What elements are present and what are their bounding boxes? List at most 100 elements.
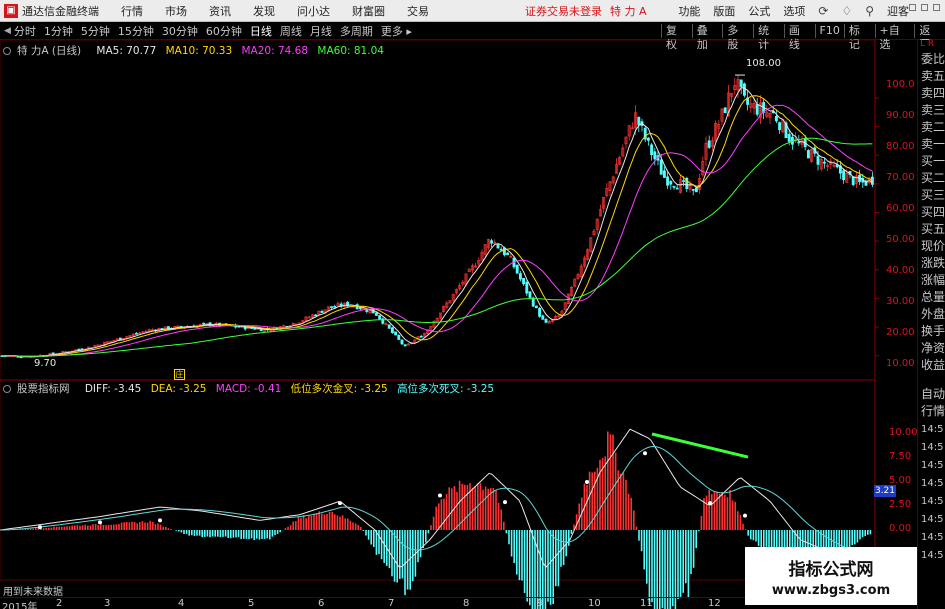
minimize-icon[interactable] — [909, 4, 916, 11]
divergence-line — [651, 432, 749, 459]
menu-options[interactable]: 选项 — [783, 3, 805, 19]
side-item[interactable]: 买三 — [921, 186, 945, 203]
macd-tick: 10.00 — [889, 427, 918, 438]
current-stock-name: 特 力 A — [610, 4, 647, 18]
candle-body — [851, 176, 855, 186]
add-favorite-button[interactable]: +自选 — [874, 24, 915, 51]
candle-body — [646, 137, 650, 141]
side-item[interactable]: 买四 — [921, 203, 945, 220]
refresh-icon[interactable]: ⟳ — [818, 4, 828, 18]
menu-market[interactable]: 市场 — [165, 3, 187, 19]
tab-multi-period[interactable]: 多周期 — [340, 23, 373, 39]
ma10-line — [2, 95, 873, 357]
candle-body — [506, 252, 510, 256]
candle-body — [525, 281, 529, 294]
menu-ask-xiaoda[interactable]: 问小达 — [297, 3, 330, 19]
tab-5min[interactable]: 5分钟 — [81, 23, 110, 39]
candle-body — [77, 348, 81, 351]
close-icon[interactable] — [933, 4, 940, 11]
date-tick: 11 — [640, 598, 653, 609]
side-item[interactable]: 卖一 — [921, 135, 945, 152]
menu-functions[interactable]: 功能 — [678, 3, 700, 19]
guest-user[interactable]: 迎客 — [887, 3, 909, 19]
indicator-name[interactable]: 股票指标网 — [3, 383, 76, 395]
side-item[interactable]: 卖五 — [921, 67, 945, 84]
tab-timeshare[interactable]: 分时 — [14, 23, 36, 39]
side-item[interactable]: 涨幅 — [921, 271, 945, 288]
tab-30min[interactable]: 30分钟 — [162, 23, 198, 39]
side-item[interactable]: 买二 — [921, 169, 945, 186]
side-item[interactable]: 净资 — [921, 339, 945, 356]
side-item[interactable]: 自动 — [921, 385, 945, 402]
app-title: 通达信金融终端 — [22, 4, 99, 18]
menu-news[interactable]: 资讯 — [209, 3, 231, 19]
search-icon[interactable]: ⚲ — [865, 4, 874, 18]
menu-discover[interactable]: 发现 — [253, 3, 275, 19]
candle-body — [666, 176, 670, 186]
stock-chart[interactable] — [0, 40, 917, 609]
price-tick: 40.00 — [886, 265, 915, 276]
macd-tick: 0.00 — [889, 523, 912, 534]
multi-stock-button[interactable]: 多股 — [722, 24, 753, 51]
mark-button[interactable]: 标记 — [843, 24, 875, 51]
back-button[interactable]: 返回 — [914, 24, 945, 51]
candle-body — [403, 344, 407, 347]
date-tick: 10 — [588, 598, 601, 609]
candle-body — [51, 352, 55, 355]
tab-1min[interactable]: 1分钟 — [44, 23, 73, 39]
cross-dot — [38, 525, 42, 530]
signal-marker[interactable]: 庄 — [174, 369, 185, 380]
shirt-icon[interactable]: ♢ — [841, 4, 852, 18]
candle-body — [739, 79, 743, 87]
side-item[interactable]: 换手 — [921, 322, 945, 339]
menu-trade[interactable]: 交易 — [407, 3, 429, 19]
moving-average-lines — [2, 74, 873, 358]
candle-body — [394, 331, 398, 336]
candle-body — [637, 116, 641, 126]
side-item[interactable]: 委比 — [921, 50, 945, 67]
candle-body — [320, 310, 324, 313]
side-item[interactable]: 买一 — [921, 152, 945, 169]
tab-60min[interactable]: 60分钟 — [206, 23, 242, 39]
side-item[interactable]: 卖四 — [921, 84, 945, 101]
side-item[interactable]: 买五 — [921, 220, 945, 237]
menu-layout[interactable]: 版面 — [713, 3, 735, 19]
side-item[interactable]: 涨跌 — [921, 254, 945, 271]
macd-lines — [0, 428, 874, 569]
adjust-button[interactable]: 复权 — [661, 24, 692, 51]
tab-15min[interactable]: 15分钟 — [118, 23, 154, 39]
ma10-value: MA10: 70.33 — [165, 45, 233, 57]
dea-value: DEA: -3.25 — [150, 383, 207, 395]
side-item[interactable]: 卖三 — [921, 101, 945, 118]
maximize-icon[interactable] — [921, 4, 928, 11]
side-item[interactable]: 收益 — [921, 356, 945, 373]
side-item[interactable]: 卖二 — [921, 118, 945, 135]
tab-monthly[interactable]: 月线 — [310, 23, 332, 39]
cross-dot — [158, 518, 162, 523]
login-status[interactable]: 证券交易未登录 — [525, 3, 602, 19]
menu-quotes[interactable]: 行情 — [121, 3, 143, 19]
tab-daily[interactable]: 日线 — [250, 23, 272, 39]
stats-button[interactable]: 统计 — [753, 24, 784, 51]
side-item[interactable]: 行情 — [921, 402, 945, 419]
future-data-note: 用到未来数据 — [3, 587, 63, 598]
f10-button[interactable]: F10 — [814, 24, 844, 38]
side-item[interactable]: 总量 — [921, 288, 945, 305]
price-tick: 20.00 — [886, 327, 915, 338]
tab-more[interactable]: 更多 ▸ — [381, 23, 412, 39]
diff-line — [0, 428, 874, 569]
tab-weekly[interactable]: 周线 — [280, 23, 302, 39]
page-left-icon[interactable]: ◀ — [4, 26, 11, 36]
cross-dot — [98, 520, 102, 525]
menu-wealth-circle[interactable]: 财富圈 — [352, 3, 385, 19]
side-item[interactable]: 现价 — [921, 237, 945, 254]
ma60-value: MA60: 81.04 — [317, 45, 384, 57]
side-item[interactable]: 外盘 — [921, 305, 945, 322]
macd-tick: 7.50 — [889, 451, 912, 462]
candle-body — [387, 324, 391, 329]
overlay-button[interactable]: 叠加 — [691, 24, 723, 51]
candle-body — [534, 305, 538, 309]
draw-line-button[interactable]: 画线 — [783, 24, 815, 51]
menu-formula[interactable]: 公式 — [748, 3, 770, 19]
panel-header[interactable]: L R — [920, 40, 934, 49]
